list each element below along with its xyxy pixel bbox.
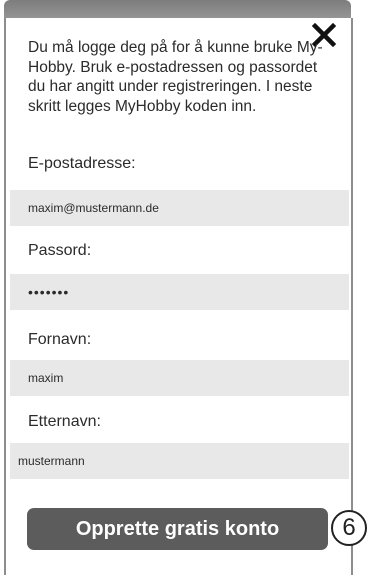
last-name-label: Etternavn: — [28, 413, 101, 430]
password-label: Passord: — [28, 242, 92, 259]
create-account-button[interactable]: Opprette gratis konto — [27, 508, 328, 550]
email-label: E-postadresse: — [28, 155, 136, 172]
step-callout: 6 — [331, 510, 367, 546]
password-field[interactable]: ••••••• — [10, 274, 349, 310]
first-name-field[interactable]: maxim — [10, 360, 349, 396]
intro-text: Du må logge deg på for å kunne bruke My-… — [28, 39, 323, 115]
first-name-label: Fornavn: — [28, 331, 92, 348]
email-field[interactable]: maxim@mustermann.de — [10, 190, 349, 226]
last-name-field[interactable]: mustermann — [10, 443, 349, 479]
